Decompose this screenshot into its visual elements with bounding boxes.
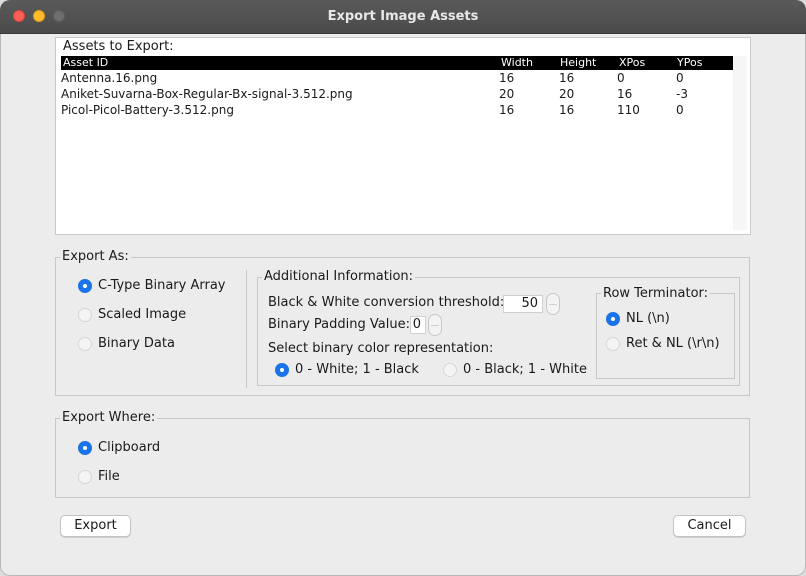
radio-ret-nl[interactable]: Ret & NL (\r\n) — [606, 336, 720, 351]
cancel-button[interactable]: Cancel — [673, 515, 746, 537]
radio-selected-icon — [78, 440, 92, 455]
radio-nl[interactable]: NL (\n) — [606, 311, 670, 326]
threshold-stepper[interactable] — [546, 293, 560, 315]
threshold-label: Black & White conversion threshold: — [268, 295, 505, 310]
cell-ypos: 0 — [676, 103, 684, 117]
radio-unselected-icon — [606, 336, 620, 351]
radio-label: 0 - White; 1 - Black — [295, 362, 419, 377]
radio-label: 0 - Black; 1 - White — [463, 362, 587, 377]
cell-asset-id: Antenna.16.png — [61, 71, 158, 85]
additional-info-legend: Additional Information: — [262, 269, 416, 284]
radio-unselected-icon — [78, 336, 92, 351]
cell-height: 20 — [559, 87, 575, 101]
radio-label: Clipboard — [98, 440, 161, 455]
export-as-divider — [246, 270, 247, 388]
export-where-panel: Export Where: — [55, 410, 750, 498]
column-height[interactable]: Height — [560, 56, 596, 69]
window-title: Export Image Assets — [327, 9, 479, 24]
radio-file[interactable]: File — [78, 469, 120, 484]
cell-height: 16 — [559, 71, 575, 85]
column-xpos[interactable]: XPos — [619, 56, 645, 69]
assets-table-header: Asset ID Width Height XPos YPos — [61, 56, 733, 70]
assets-legend: Assets to Export: — [61, 39, 176, 54]
row-terminator-legend: Row Terminator: — [601, 286, 711, 301]
cell-ypos: 0 — [676, 71, 684, 85]
radio-label: NL (\n) — [626, 311, 670, 326]
radio-label: Scaled Image — [98, 307, 187, 322]
table-scroll-gutter[interactable] — [733, 56, 747, 230]
radio-selected-icon — [275, 362, 289, 377]
color-representation-label: Select binary color representation: — [268, 341, 494, 356]
padding-label: Binary Padding Value: — [268, 317, 410, 332]
radio-white0-black1[interactable]: 0 - White; 1 - Black — [275, 362, 419, 377]
column-ypos[interactable]: YPos — [677, 56, 702, 69]
cell-xpos: 0 — [617, 71, 625, 85]
radio-label: Ret & NL (\r\n) — [626, 336, 720, 351]
column-width[interactable]: Width — [501, 56, 533, 69]
radio-unselected-icon — [443, 362, 457, 377]
cell-asset-id: Picol-Picol-Battery-3.512.png — [61, 103, 234, 117]
title-bar: Export Image Assets — [0, 0, 806, 34]
radio-scaled-image[interactable]: Scaled Image — [78, 307, 186, 322]
radio-black0-white1[interactable]: 0 - Black; 1 - White — [443, 362, 587, 377]
padding-stepper[interactable] — [428, 314, 442, 336]
padding-input[interactable]: 0 — [410, 316, 426, 334]
radio-unselected-icon — [78, 469, 92, 484]
cell-xpos: 110 — [617, 103, 640, 117]
radio-label: C-Type Binary Array — [98, 278, 226, 293]
cell-width: 20 — [499, 87, 515, 101]
radio-c-type-binary-array[interactable]: C-Type Binary Array — [78, 278, 226, 293]
cell-xpos: 16 — [617, 87, 633, 101]
threshold-input[interactable]: 50 — [503, 295, 543, 313]
radio-label: Binary Data — [98, 336, 175, 351]
table-row[interactable]: Aniket-Suvarna-Box-Regular-Bx-signal-3.5… — [61, 87, 733, 103]
cell-width: 16 — [499, 103, 515, 117]
export-as-legend: Export As: — [60, 249, 131, 264]
export-where-legend: Export Where: — [60, 410, 158, 425]
radio-unselected-icon — [78, 307, 92, 322]
cell-height: 16 — [559, 103, 575, 117]
cell-asset-id: Aniket-Suvarna-Box-Regular-Bx-signal-3.5… — [61, 87, 353, 101]
radio-label: File — [98, 469, 120, 484]
table-row[interactable]: Antenna.16.png 16 16 0 0 — [61, 71, 733, 87]
export-dialog: Export Image Assets Assets to Export: As… — [0, 0, 806, 576]
assets-panel: Assets to Export: Asset ID Width Height … — [55, 37, 751, 235]
cell-ypos: -3 — [676, 87, 688, 101]
radio-selected-icon — [606, 311, 620, 326]
radio-selected-icon — [78, 278, 92, 293]
cell-width: 16 — [499, 71, 515, 85]
column-asset-id[interactable]: Asset ID — [63, 56, 108, 69]
radio-clipboard[interactable]: Clipboard — [78, 440, 160, 455]
export-button[interactable]: Export — [60, 515, 131, 537]
table-row[interactable]: Picol-Picol-Battery-3.512.png 16 16 110 … — [61, 103, 733, 119]
radio-binary-data[interactable]: Binary Data — [78, 336, 175, 351]
